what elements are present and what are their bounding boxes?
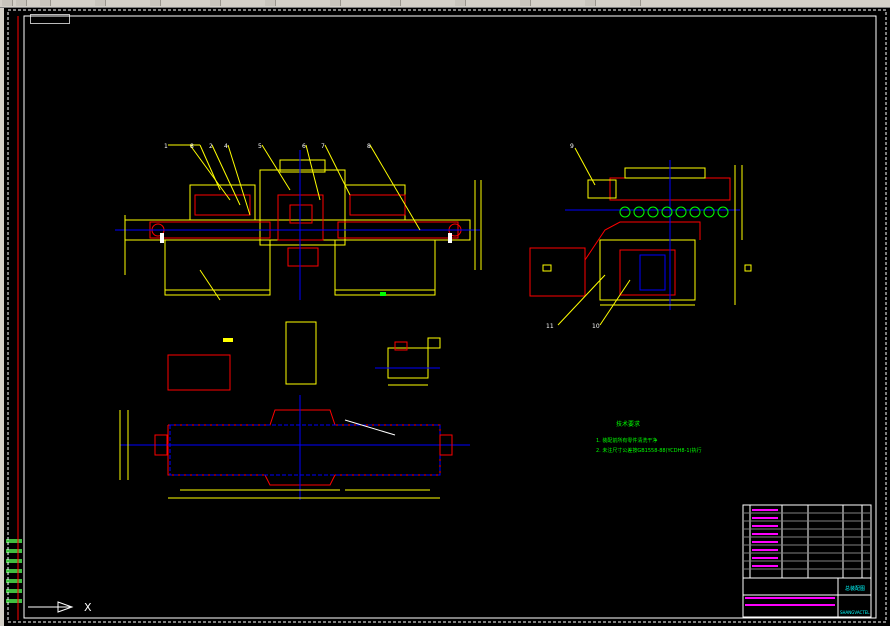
tech-notes-title: 技术要求 xyxy=(616,420,640,428)
layer-swatch-icon[interactable] xyxy=(6,539,22,543)
callout-label: 2 xyxy=(209,143,213,150)
front-view xyxy=(115,144,482,301)
plot-icon[interactable] xyxy=(585,0,596,6)
layer-swatch-icon[interactable] xyxy=(6,549,22,553)
tech-notes-line: 1. 装配前所有零件清洗干净 xyxy=(596,437,657,444)
callout-label: 7 xyxy=(321,143,325,150)
outer-sheet-border xyxy=(7,9,887,623)
left-toolbar-strip[interactable] xyxy=(0,8,4,626)
inner-drawing-frame xyxy=(23,15,877,619)
layer-swatch-icon[interactable] xyxy=(6,559,22,563)
tech-notes: 技术要求 1. 装配前所有零件清洗干净 2. 未注尺寸公差按GB1558-88(… xyxy=(596,420,702,454)
callout-labels: 1 8 2 4 5 6 7 8 9 11 10 xyxy=(164,143,600,330)
callout-label: 6 xyxy=(302,143,306,150)
pan-icon[interactable] xyxy=(150,0,161,6)
title-block-company: SHANGVACTEL xyxy=(840,610,870,615)
callout-label: 8 xyxy=(367,143,371,150)
callout-label: 1 xyxy=(164,143,168,150)
callout-label: 10 xyxy=(592,323,600,330)
open-icon[interactable] xyxy=(16,0,27,6)
new-icon[interactable] xyxy=(2,0,13,6)
callout-label: 9 xyxy=(570,143,574,150)
layer-swatch-icon[interactable] xyxy=(6,569,22,573)
callout-label: 4 xyxy=(224,143,228,150)
linetype-icon[interactable] xyxy=(455,0,466,6)
title-block: 总装配图 SHANGVACTEL xyxy=(742,504,872,618)
ucs-axis-icon: X xyxy=(28,601,92,614)
save-icon[interactable] xyxy=(40,0,51,6)
top-view xyxy=(119,321,470,500)
color-icon[interactable] xyxy=(390,0,401,6)
callout-label: 11 xyxy=(546,323,554,330)
zoom-icon[interactable] xyxy=(210,0,221,6)
title-block-title: 总装配图 xyxy=(845,585,865,592)
callout-label: 5 xyxy=(258,143,262,150)
lineweight-icon[interactable] xyxy=(520,0,531,6)
top-toolbar xyxy=(0,0,890,8)
properties-icon[interactable] xyxy=(330,0,341,6)
layer-swatch-icon[interactable] xyxy=(6,579,22,583)
callout-label: 8 xyxy=(190,143,194,150)
layer-swatch-icon[interactable] xyxy=(6,599,22,603)
gear-row xyxy=(619,206,729,218)
side-view xyxy=(529,147,752,326)
ucs-x-label: X xyxy=(84,601,92,614)
layer-icon[interactable] xyxy=(265,0,276,6)
layer-swatch-panel[interactable] xyxy=(0,535,24,615)
drawing-canvas[interactable]: 1 8 2 4 5 6 7 8 9 11 10 技术要求 1. 装配前所有零件清… xyxy=(0,0,890,626)
model-tab[interactable] xyxy=(30,14,70,24)
tech-notes-line: 2. 未注尺寸公差按GB1558-88(YCDH8-1)执行 xyxy=(596,447,702,454)
layer-swatch-icon[interactable] xyxy=(6,589,22,593)
undo-icon[interactable] xyxy=(95,0,106,6)
match-icon[interactable] xyxy=(630,0,641,6)
